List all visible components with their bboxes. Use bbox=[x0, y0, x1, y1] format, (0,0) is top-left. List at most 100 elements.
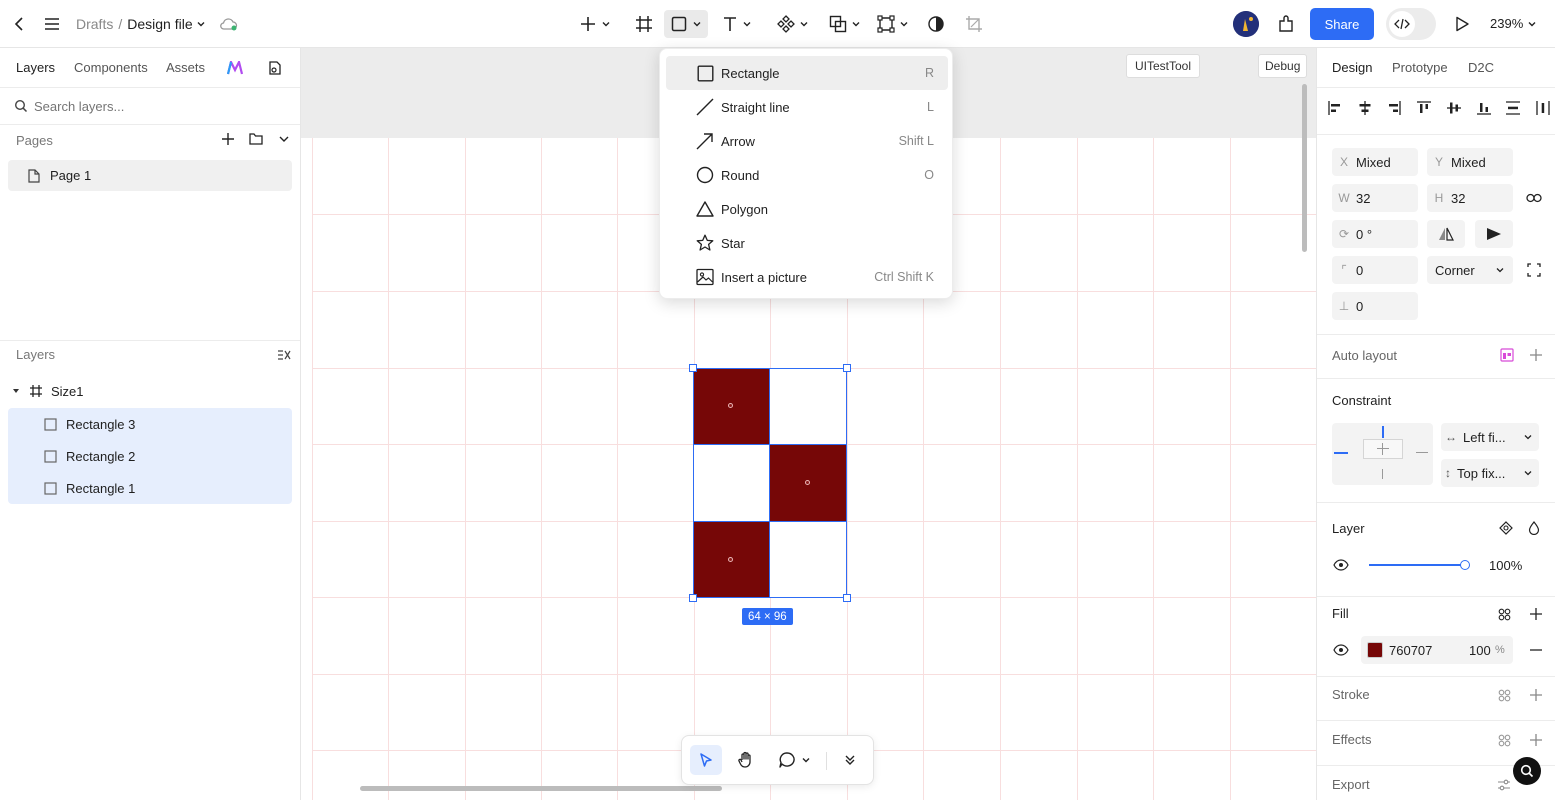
align-right-icon[interactable] bbox=[1386, 100, 1402, 116]
uitesttool-button[interactable]: UITestTool bbox=[1126, 54, 1201, 78]
fill-hex[interactable]: 760707 bbox=[1389, 643, 1432, 658]
menu-item-arrow[interactable]: Arrow Shift L bbox=[666, 124, 948, 158]
play-icon[interactable] bbox=[1450, 10, 1474, 38]
align-top-icon[interactable] bbox=[1416, 100, 1432, 116]
menu-item-insert-picture[interactable]: Insert a picture Ctrl Shift K bbox=[666, 260, 948, 294]
move-tool-button[interactable] bbox=[690, 745, 722, 775]
add-fill-icon[interactable] bbox=[1528, 606, 1544, 622]
tab-design[interactable]: Design bbox=[1332, 60, 1372, 75]
share-button[interactable]: Share bbox=[1310, 8, 1374, 40]
layer-row-rectangle-3[interactable]: Rectangle 3 bbox=[8, 408, 292, 440]
constraint-bottom[interactable] bbox=[1382, 469, 1383, 479]
fill-opacity[interactable]: 100 bbox=[1469, 643, 1491, 658]
constraint-left[interactable] bbox=[1334, 452, 1348, 454]
component-tool-button[interactable] bbox=[774, 10, 812, 38]
shape-tool-button[interactable] bbox=[664, 10, 708, 38]
corner-mode-select[interactable]: Corner bbox=[1427, 256, 1513, 284]
opacity-slider[interactable] bbox=[1369, 564, 1465, 566]
tab-assets[interactable]: Assets bbox=[166, 60, 205, 75]
search-layers[interactable] bbox=[14, 96, 294, 116]
boolean-tool-button[interactable] bbox=[826, 10, 864, 38]
menu-item-star[interactable]: Star bbox=[666, 226, 948, 260]
text-tool-button[interactable] bbox=[718, 10, 756, 38]
hand-tool-button[interactable] bbox=[732, 745, 760, 775]
opacity-slider-knob[interactable] bbox=[1460, 560, 1470, 570]
page-item[interactable]: Page 1 bbox=[8, 160, 292, 191]
vector-tool-button[interactable] bbox=[874, 10, 912, 38]
avatar[interactable] bbox=[1233, 11, 1259, 37]
style-icon[interactable] bbox=[1496, 606, 1512, 622]
mask-tool-button[interactable] bbox=[924, 10, 948, 38]
remove-fill-icon[interactable] bbox=[1528, 642, 1544, 658]
constraint-widget[interactable] bbox=[1332, 423, 1433, 485]
distribute-horizontal-icon[interactable] bbox=[1535, 100, 1551, 116]
comment-tool-button[interactable] bbox=[774, 745, 814, 775]
ai-plugin-icon[interactable] bbox=[226, 59, 244, 77]
menu-item-polygon[interactable]: Polygon bbox=[666, 192, 948, 226]
tab-layers[interactable]: Layers bbox=[16, 60, 55, 75]
tab-d2c[interactable]: D2C bbox=[1468, 60, 1494, 75]
layer-row-rectangle-1[interactable]: Rectangle 1 bbox=[8, 472, 292, 504]
breadcrumb-drafts[interactable]: Drafts bbox=[76, 16, 113, 32]
layer-row-frame[interactable]: Size1 bbox=[8, 375, 292, 407]
chevron-down-icon[interactable] bbox=[196, 19, 206, 29]
link-icon[interactable] bbox=[1524, 188, 1544, 208]
opacity-field[interactable]: 100% bbox=[1481, 551, 1547, 579]
rotation-field[interactable]: ⟳ 0 ° bbox=[1332, 220, 1418, 248]
plugin-icon[interactable] bbox=[1274, 10, 1298, 38]
fill-field[interactable]: 760707 100 % bbox=[1361, 636, 1513, 664]
add-tool-button[interactable] bbox=[576, 10, 614, 38]
align-v-center-icon[interactable] bbox=[1446, 100, 1462, 116]
constraint-right[interactable] bbox=[1416, 452, 1428, 453]
auto-layout-icon[interactable] bbox=[1499, 347, 1515, 363]
export-settings-icon[interactable] bbox=[1496, 777, 1512, 793]
w-field[interactable]: W 32 bbox=[1332, 184, 1418, 212]
flip-horizontal-button[interactable] bbox=[1427, 220, 1465, 248]
add-stroke-icon[interactable] bbox=[1528, 687, 1544, 703]
spacing-field[interactable]: ⊥ 0 bbox=[1332, 292, 1418, 320]
blend-mode-icon[interactable] bbox=[1498, 520, 1514, 536]
search-fab[interactable] bbox=[1513, 757, 1541, 785]
frame-size1[interactable] bbox=[689, 364, 851, 602]
eye-icon[interactable] bbox=[1332, 557, 1350, 573]
crop-tool-button[interactable] bbox=[962, 10, 986, 38]
constraint-horizontal-select[interactable]: ↔ Left fi... bbox=[1441, 423, 1539, 451]
zoom-dropdown[interactable]: 239% bbox=[1490, 16, 1537, 31]
resize-handle-bl[interactable] bbox=[689, 594, 697, 602]
drop-icon[interactable] bbox=[1526, 520, 1542, 536]
tab-components[interactable]: Components bbox=[74, 60, 148, 75]
more-tools-button[interactable] bbox=[836, 745, 864, 775]
caret-down-icon[interactable] bbox=[12, 387, 20, 395]
horizontal-scrollbar[interactable] bbox=[360, 786, 722, 791]
hamburger-menu-icon[interactable] bbox=[40, 10, 64, 38]
y-field[interactable]: Y Mixed bbox=[1427, 148, 1513, 176]
fill-color-swatch[interactable] bbox=[1367, 642, 1383, 658]
vertical-scrollbar[interactable] bbox=[1302, 84, 1307, 252]
align-bottom-icon[interactable] bbox=[1476, 100, 1492, 116]
radius-field[interactable]: ⌜ 0 bbox=[1332, 256, 1418, 284]
add-page-icon[interactable] bbox=[220, 131, 236, 147]
folder-icon[interactable] bbox=[248, 131, 264, 147]
constraint-vertical-select[interactable]: ↕ Top fix... bbox=[1441, 459, 1539, 487]
add-effect-icon[interactable] bbox=[1528, 732, 1544, 748]
debug-button[interactable]: Debug bbox=[1258, 54, 1308, 78]
x-field[interactable]: X Mixed bbox=[1332, 148, 1418, 176]
style-icon[interactable] bbox=[1496, 687, 1512, 703]
resize-handle-tr[interactable] bbox=[843, 364, 851, 372]
menu-item-straight-line[interactable]: Straight line L bbox=[666, 90, 948, 124]
align-h-center-icon[interactable] bbox=[1357, 100, 1373, 116]
style-icon[interactable] bbox=[1496, 732, 1512, 748]
search-input[interactable] bbox=[34, 98, 274, 114]
add-auto-layout-icon[interactable] bbox=[1528, 347, 1544, 363]
collapse-layers-icon[interactable] bbox=[276, 347, 292, 363]
resize-handle-br[interactable] bbox=[843, 594, 851, 602]
layer-row-rectangle-2[interactable]: Rectangle 2 bbox=[8, 440, 292, 472]
independent-corners-icon[interactable] bbox=[1524, 260, 1544, 280]
tab-prototype[interactable]: Prototype bbox=[1392, 60, 1448, 75]
frame-tool-button[interactable] bbox=[632, 10, 656, 38]
resources-icon[interactable] bbox=[266, 59, 284, 77]
constraint-top[interactable] bbox=[1382, 426, 1384, 438]
file-name[interactable]: Design file bbox=[127, 16, 192, 32]
menu-item-round[interactable]: Round O bbox=[666, 158, 948, 192]
h-field[interactable]: H 32 bbox=[1427, 184, 1513, 212]
